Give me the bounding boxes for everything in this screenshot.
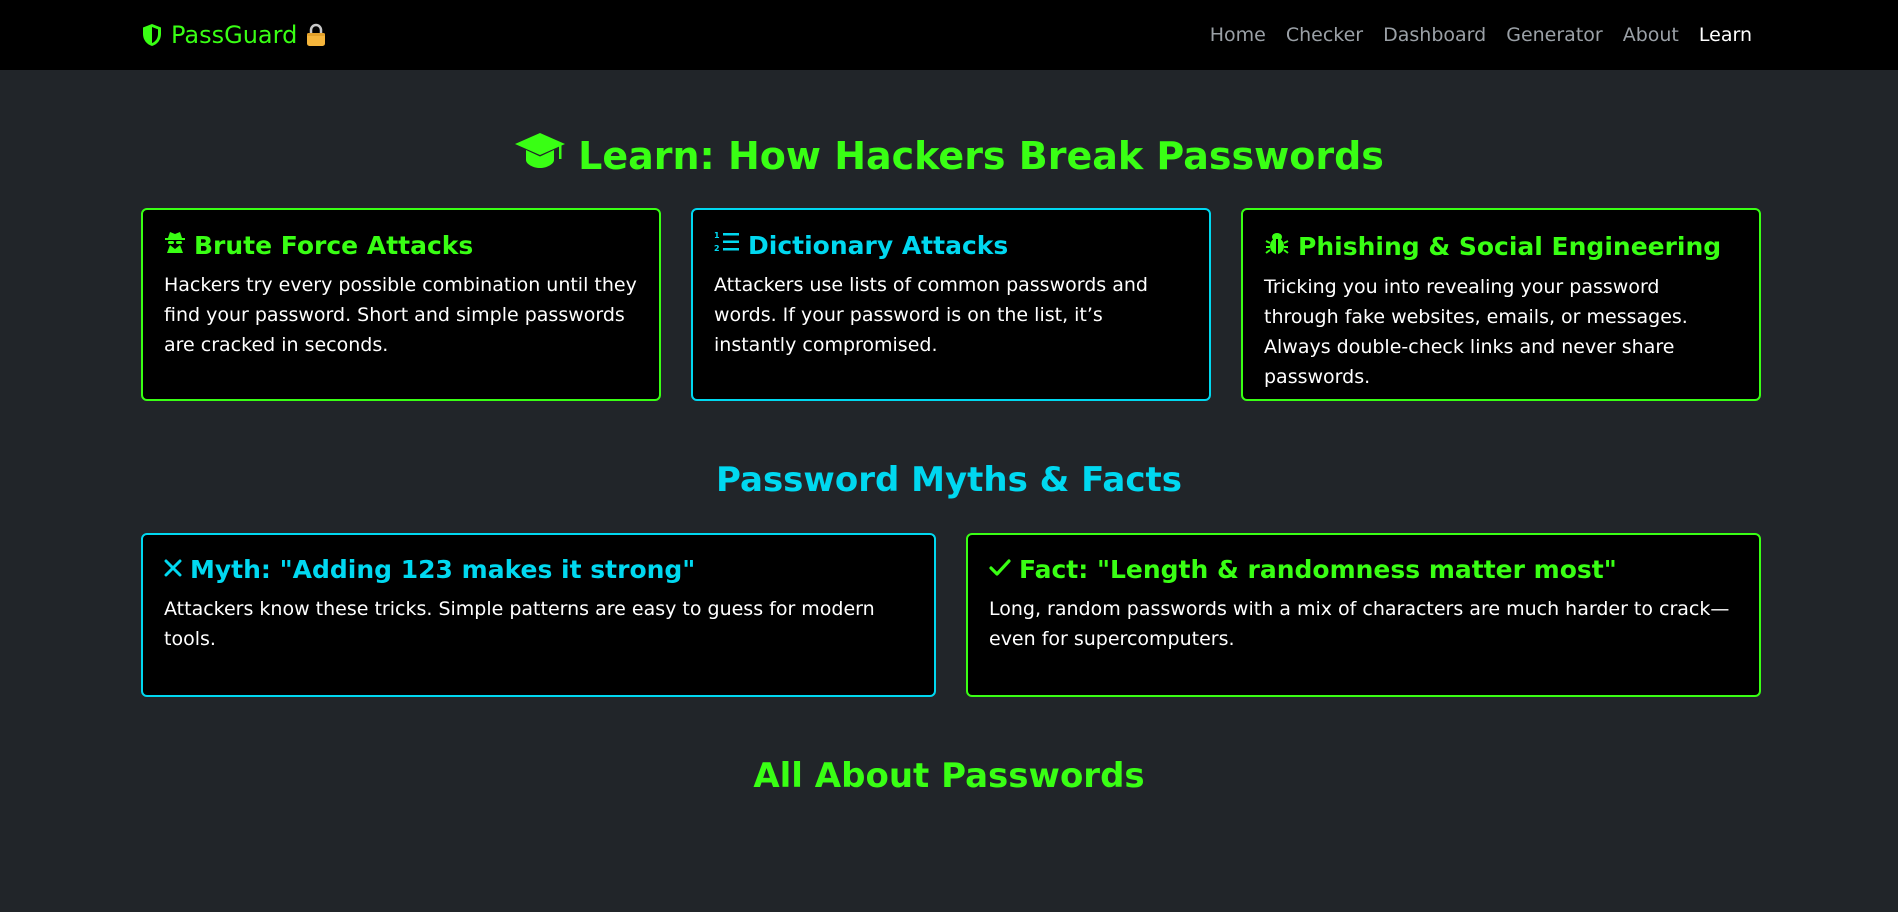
graduation-cap-icon	[514, 131, 566, 180]
about-section-title: All About Passwords	[753, 756, 1145, 796]
page-title-text: Learn: How Hackers Break Passwords	[578, 133, 1384, 178]
user-secret-icon	[164, 230, 186, 260]
navbar: PassGuard Home Checker Dashboard Generat…	[0, 0, 1898, 70]
myths-section-title: Password Myths & Facts	[716, 460, 1182, 500]
myth-card: Myth: "Adding 123 makes it strong" Attac…	[141, 533, 936, 697]
check-mark-icon	[989, 555, 1011, 584]
bug-icon	[1264, 230, 1290, 262]
card-text: Tricking you into revealing your passwor…	[1264, 276, 1688, 388]
brand-link[interactable]: PassGuard	[141, 21, 327, 49]
card-heading: Brute Force Attacks	[164, 230, 638, 260]
lock-icon	[305, 23, 327, 47]
card-text: Attackers know these tricks. Simple patt…	[164, 598, 875, 650]
myths-facts-row: Myth: "Adding 123 makes it strong" Attac…	[141, 533, 1761, 697]
svg-text:2: 2	[714, 244, 720, 253]
phishing-card: Phishing & Social Engineering Tricking y…	[1241, 208, 1761, 401]
svg-text:1: 1	[714, 231, 720, 240]
nav-link-checker[interactable]: Checker	[1286, 24, 1363, 46]
card-heading: Myth: "Adding 123 makes it strong"	[164, 555, 913, 584]
card-text: Attackers use lists of common passwords …	[714, 274, 1148, 356]
card-text: Long, random passwords with a mix of cha…	[989, 598, 1730, 650]
card-heading: Fact: "Length & randomness matter most"	[989, 555, 1738, 584]
list-ol-icon: 12	[714, 230, 740, 260]
shield-icon	[141, 23, 163, 47]
dictionary-card: 12 Dictionary Attacks Attackers use list…	[691, 208, 1211, 401]
nav-link-learn[interactable]: Learn	[1699, 24, 1752, 46]
card-text: Hackers try every possible combination u…	[164, 274, 637, 356]
fact-card: Fact: "Length & randomness matter most" …	[966, 533, 1761, 697]
card-heading: 12 Dictionary Attacks	[714, 230, 1009, 260]
page-title: Learn: How Hackers Break Passwords	[0, 131, 1898, 180]
brute-force-card: Brute Force Attacks Hackers try every po…	[141, 208, 661, 401]
nav-link-about[interactable]: About	[1623, 24, 1679, 46]
nav-link-generator[interactable]: Generator	[1506, 24, 1602, 46]
brand-name: PassGuard	[171, 21, 298, 49]
card-heading: Phishing & Social Engineering	[1264, 230, 1738, 262]
x-mark-icon	[164, 555, 182, 584]
nav-link-dashboard[interactable]: Dashboard	[1383, 24, 1486, 46]
nav-links: Home Checker Dashboard Generator About L…	[1210, 24, 1752, 46]
attack-cards-row: Brute Force Attacks Hackers try every po…	[141, 208, 1761, 401]
nav-link-home[interactable]: Home	[1210, 24, 1266, 46]
